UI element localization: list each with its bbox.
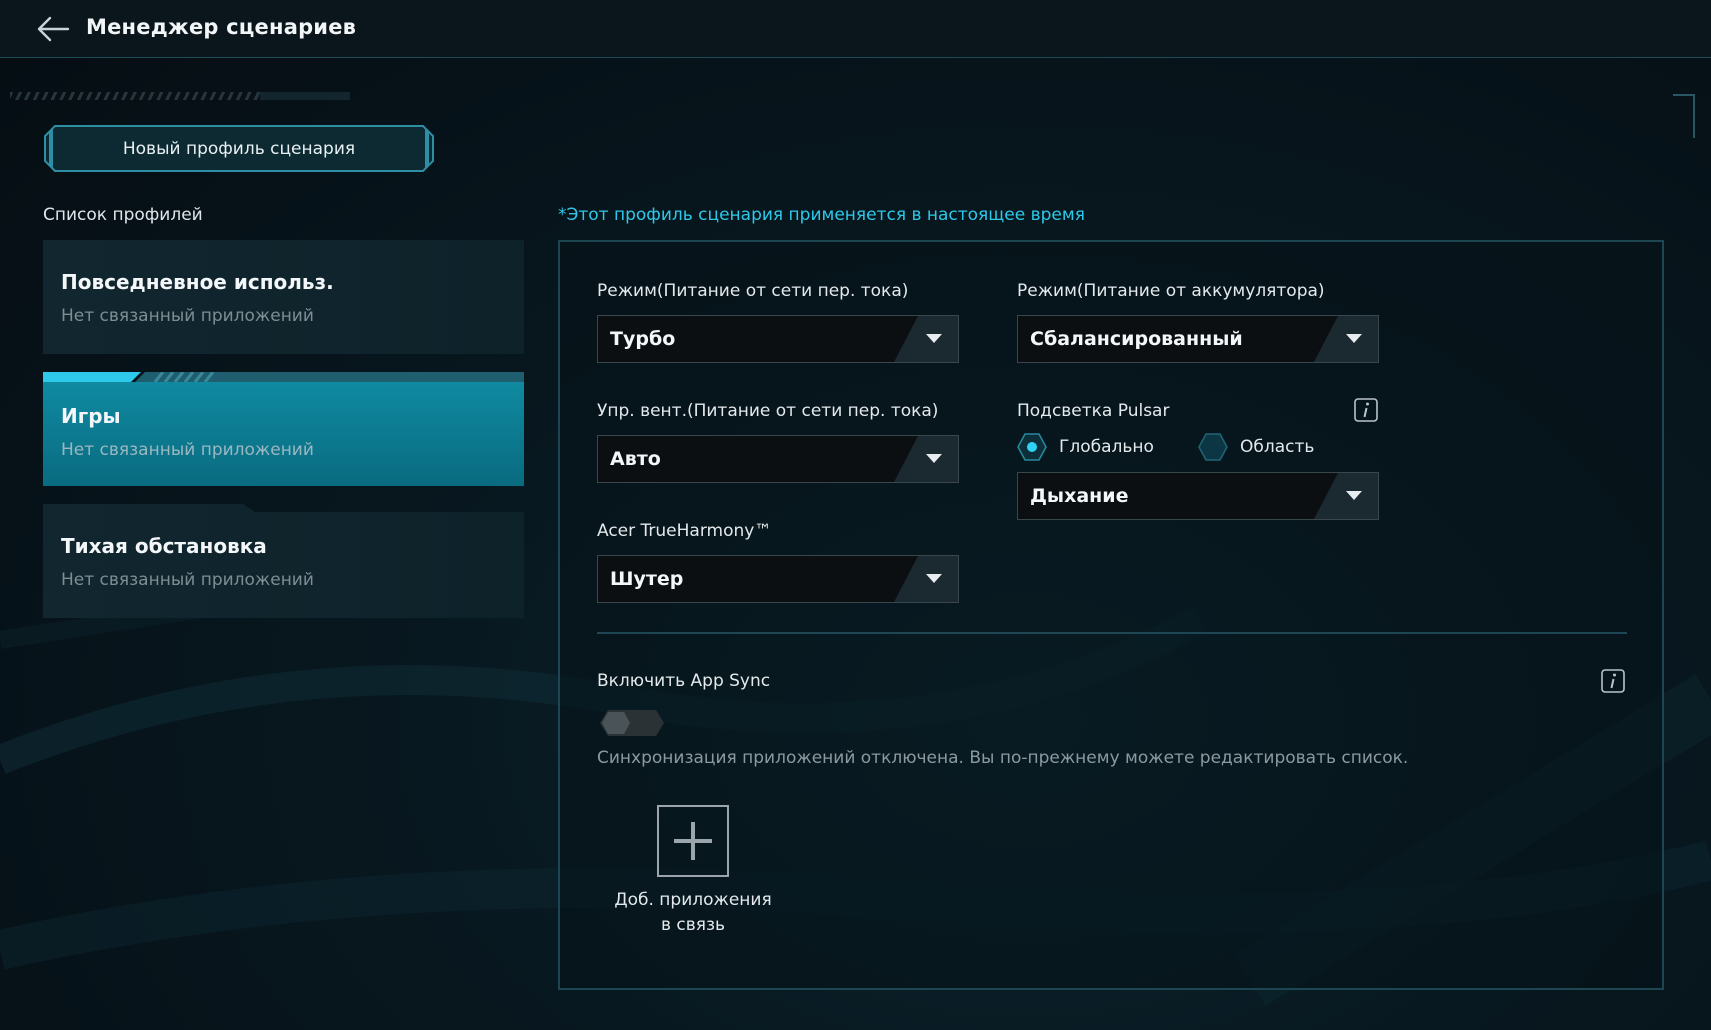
- mode-ac-label: Режим(Питание от сети пер. тока): [597, 281, 909, 301]
- info-icon[interactable]: [1601, 669, 1625, 693]
- pulsar-effect-dropdown[interactable]: Дыхание: [1017, 472, 1379, 520]
- chevron-down-icon: [894, 556, 958, 602]
- section-divider: [597, 632, 1627, 634]
- profile-list-label: Список профилей: [43, 205, 203, 225]
- app-sync-label: Включить App Sync: [597, 671, 771, 691]
- app-sync-note: Синхронизация приложений отключена. Вы п…: [597, 748, 1409, 768]
- add-app-button[interactable]: [657, 805, 729, 877]
- radio-global[interactable]: Глобально: [1017, 433, 1154, 461]
- chevron-down-icon: [894, 436, 958, 482]
- add-app-label-line2: в связь: [660, 915, 726, 935]
- add-app-label: Доб. приложения в связь: [590, 888, 796, 938]
- hatch-decoration: [10, 92, 260, 100]
- dropdown-value: Дыхание: [1030, 485, 1129, 507]
- chevron-down-icon: [1314, 316, 1378, 362]
- back-arrow-icon[interactable]: [36, 15, 70, 43]
- radio-label: Глобально: [1059, 437, 1154, 457]
- app-sync-toggle[interactable]: [600, 710, 664, 736]
- dropdown-value: Авто: [610, 448, 661, 470]
- profile-card-games[interactable]: Игры Нет связанный приложений: [43, 382, 524, 486]
- new-profile-button[interactable]: Новый профиль сценария: [43, 124, 435, 173]
- mode-ac-dropdown[interactable]: Турбо: [597, 315, 959, 363]
- dropdown-value: Шутер: [610, 568, 684, 590]
- mode-battery-dropdown[interactable]: Сбалансированный: [1017, 315, 1379, 363]
- profile-subtitle: Нет связанный приложений: [61, 306, 314, 326]
- plus-icon: [674, 822, 712, 860]
- chevron-down-icon: [1314, 473, 1378, 519]
- fan-ac-label: Упр. вент.(Питание от сети пер. тока): [597, 401, 939, 421]
- profile-name: Игры: [61, 404, 121, 428]
- new-profile-label: Новый профиль сценария: [122, 138, 356, 159]
- radio-label: Область: [1240, 437, 1315, 457]
- scenario-manager-window: Менеджер сценариев Новый профиль сценари…: [0, 0, 1711, 1030]
- top-bar: Менеджер сценариев: [0, 0, 1711, 58]
- fan-ac-dropdown[interactable]: Авто: [597, 435, 959, 483]
- trueharmony-dropdown[interactable]: Шутер: [597, 555, 959, 603]
- chevron-down-icon: [894, 316, 958, 362]
- active-profile-indicator: [43, 372, 524, 382]
- profile-card-everyday[interactable]: Повседневное использ. Нет связанный прил…: [43, 240, 524, 354]
- strip-decoration: [260, 92, 350, 100]
- profile-name: Повседневное использ.: [61, 270, 334, 294]
- pulsar-lighting-label: Подсветка Pulsar: [1017, 401, 1170, 421]
- profile-subtitle: Нет связанный приложений: [61, 570, 314, 590]
- dropdown-value: Турбо: [610, 328, 676, 350]
- profile-subtitle: Нет связанный приложений: [61, 440, 314, 460]
- profile-card-quiet[interactable]: Тихая обстановка Нет связанный приложени…: [43, 504, 524, 618]
- dropdown-value: Сбалансированный: [1030, 328, 1243, 350]
- radio-selected-icon: [1017, 433, 1047, 461]
- profile-name: Тихая обстановка: [61, 534, 267, 558]
- radio-unselected-icon: [1198, 433, 1228, 461]
- corner-bracket-decoration: [1673, 94, 1695, 138]
- mode-battery-label: Режим(Питание от аккумулятора): [1017, 281, 1325, 301]
- add-app-label-line1: Доб. приложения: [614, 890, 772, 910]
- info-icon[interactable]: [1354, 398, 1378, 422]
- radio-area[interactable]: Область: [1198, 433, 1314, 461]
- trueharmony-label: Acer TrueHarmony™: [597, 521, 772, 541]
- applied-profile-note: *Этот профиль сценария применяется в нас…: [558, 205, 1085, 225]
- page-title: Менеджер сценариев: [86, 15, 357, 39]
